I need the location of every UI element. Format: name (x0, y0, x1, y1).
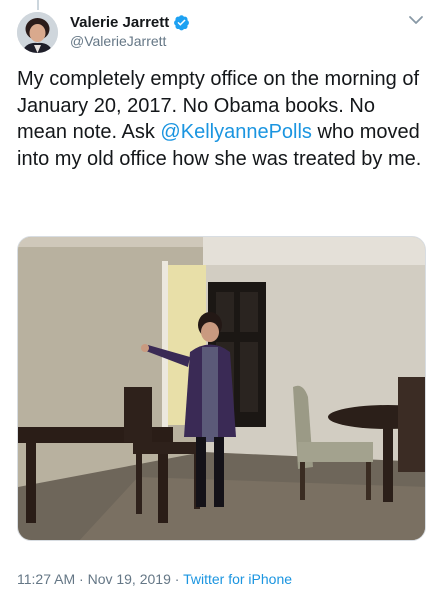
tweet-text: My completely empty office on the mornin… (17, 66, 429, 172)
thread-connector-line (37, 0, 39, 10)
user-handle[interactable]: @ValerieJarrett (70, 33, 166, 49)
tweet-metadata: 11:27 AM · Nov 19, 2019 · Twitter for iP… (17, 571, 292, 587)
chevron-down-icon[interactable] (408, 14, 424, 26)
tweet-source-link[interactable]: Twitter for iPhone (183, 571, 292, 587)
verified-badge-icon (174, 15, 190, 31)
mention-link[interactable]: @KellyannePolls (160, 121, 312, 143)
tweet-date[interactable]: Nov 19, 2019 (88, 571, 171, 587)
display-name[interactable]: Valerie Jarrett (70, 14, 169, 31)
avatar[interactable] (17, 12, 58, 53)
meta-separator: · (75, 571, 88, 587)
meta-separator-2: · (170, 571, 184, 587)
tweet-photo[interactable] (17, 236, 426, 541)
author-name-row: Valerie Jarrett (70, 14, 190, 31)
tweet-time[interactable]: 11:27 AM (17, 571, 75, 587)
